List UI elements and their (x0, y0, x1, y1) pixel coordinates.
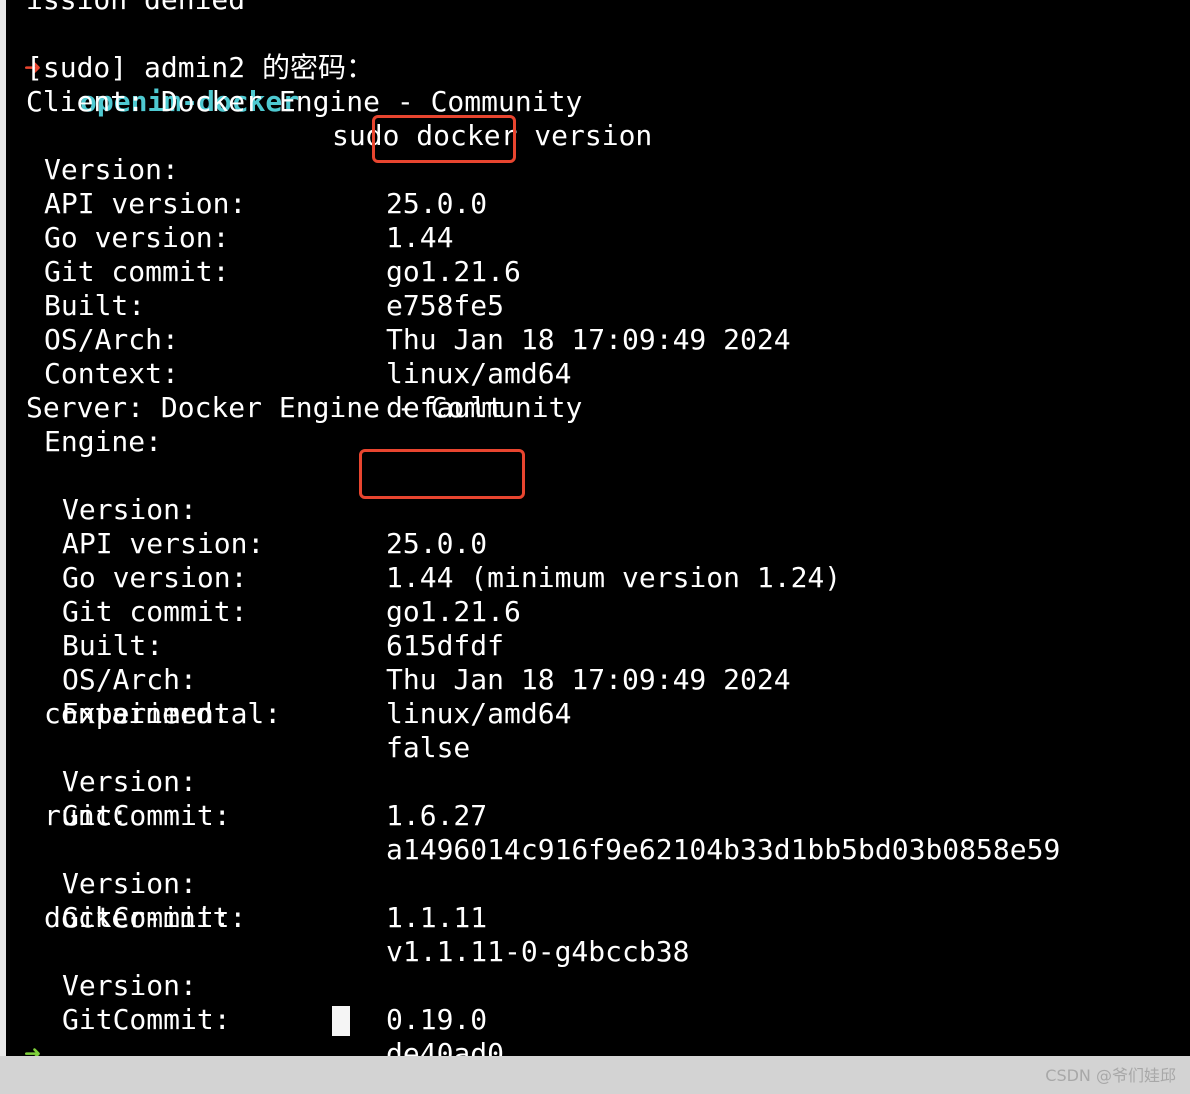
output-row: Built: Thu Jan 18 17:09:49 2024 (6, 595, 1156, 696)
section-label-containerd: containerd: (44, 697, 230, 730)
output-row: Version: 25.0.0 (6, 459, 1156, 560)
output-row: API version: 1.44 (minimum version 1.24) (6, 493, 1156, 594)
terminal-window[interactable]: ission denied ➜ openim-docker sudo docke… (6, 0, 1190, 1056)
client-version-highlight (372, 115, 516, 163)
field-value: de40ad0 (386, 1037, 505, 1056)
output-row: Context: default (6, 323, 1156, 424)
prompt-line: ➜ openim-docker sudo docker version (6, 17, 1106, 152)
section-label-engine: Engine: (44, 425, 163, 458)
output-row: Version: 1.6.27 (6, 731, 1156, 832)
bottom-bar (0, 1056, 1190, 1094)
field-value: linux/amd64 (386, 697, 572, 730)
sudo-password-prompt: [sudo] admin2 的密码： (26, 51, 375, 84)
output-row: OS/Arch: linux/amd64 (6, 629, 1156, 730)
partial-output-line: ission denied (26, 0, 245, 17)
terminal-cursor (332, 1006, 350, 1036)
output-row: Built: Thu Jan 18 17:09:49 2024 (6, 255, 1156, 356)
output-row: Go version: go1.21.6 (6, 527, 1156, 628)
output-row: OS/Arch: linux/amd64 (6, 289, 1156, 390)
output-row: Git commit: 615dfdf (6, 561, 1156, 662)
output-row: GitCommit: de40ad0 (6, 969, 1156, 1056)
output-row: Version: 25.0.0 (6, 119, 1156, 220)
watermark: CSDN @爷们娃邱 (1045, 1066, 1176, 1085)
output-row: Experimental: false (6, 663, 1156, 764)
field-key: Context: (44, 357, 179, 390)
field-value: 1.1.11 (386, 901, 488, 934)
output-row: GitCommit: v1.1.11-0-g4bccb38 (6, 867, 1156, 968)
field-value: linux/amd64 (386, 357, 572, 390)
output-row: API version: 1.44 (6, 153, 1156, 254)
prompt-line: ➜ openim-docker (6, 1003, 1106, 1056)
field-value: 1.6.27 (386, 799, 488, 832)
prompt-arrow-icon: ➜ (24, 1037, 41, 1056)
server-header: Server: Docker Engine - Community (26, 391, 583, 424)
section-label-docker-init: docker-init: (44, 901, 247, 934)
output-row: Version: 0.19.0 (6, 935, 1156, 1036)
client-header: Client: Docker Engine - Community (26, 85, 583, 118)
section-label-runc: runc: (44, 799, 129, 832)
server-version-highlight (359, 449, 525, 499)
output-row: GitCommit: a1496014c916f9e62104b33d1bb5b… (6, 765, 1156, 866)
output-row: Git commit: e758fe5 (6, 221, 1156, 322)
output-row: Version: 1.1.11 (6, 833, 1156, 934)
output-row: Go version: go1.21.6 (6, 187, 1156, 288)
